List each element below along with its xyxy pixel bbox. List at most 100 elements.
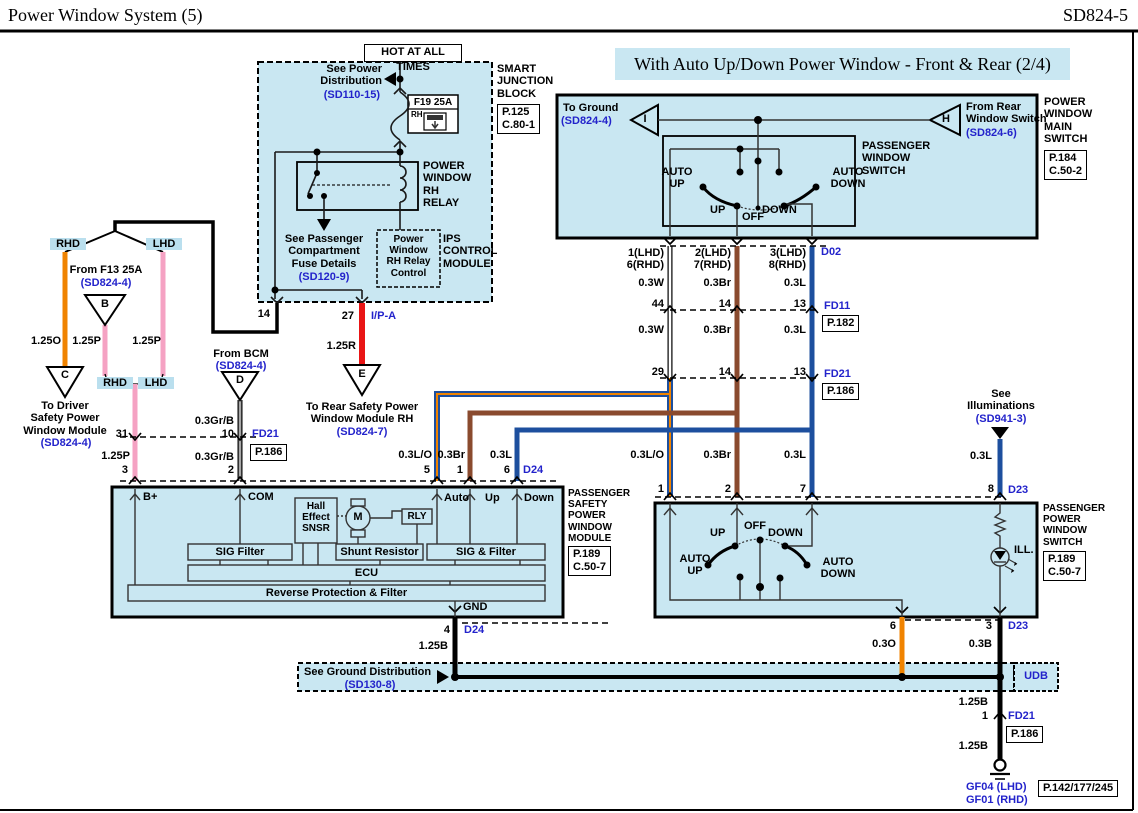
main-switch-name: POWER WINDOW MAIN SWITCH [1044,96,1093,145]
pin-31: 31 [115,428,128,440]
pin-3: 3 [121,464,128,476]
wire-03l-mod-label: 0.3L [489,449,512,461]
module-name: PASSENGER SAFETY POWER WINDOW MODULE [568,488,631,544]
to-driver-label: To Driver Safety Power Window Module [23,400,107,437]
lhd-tag-2: LHD [138,377,174,390]
gnd-fd21-label: FD21 [1008,710,1035,722]
down-label: DOWN [762,204,797,216]
see-illuminations-ref: (SD941-3) [975,413,1027,425]
wire-03br-a-label: 0.3Br [703,277,731,289]
pin-29: 29 [651,366,664,378]
pin-4: 4 [443,624,450,636]
p186-box: P.186 [822,383,860,401]
see-fuse-details: See Passenger Compartment Fuse Details [284,233,364,270]
triangle-c-letter: C [61,369,69,381]
to-ground-label: To Ground [563,102,619,114]
see-illuminations-label: See Illuminations [967,388,1035,413]
power-window-main-switch-box [555,93,1039,240]
triangle-h-letter: H [942,113,950,125]
relay-control-label: Power Window RH Relay Control [386,234,431,279]
fd11-label: FD11 [824,300,851,312]
psw-auto-up-label: AUTO UP [679,553,711,578]
wire-125p-c-label: 1.25P [101,450,130,462]
pin-10: 10 [221,428,234,440]
ill-label: ILL. [1014,544,1034,556]
wire-03w-a-label: 0.3W [638,277,664,289]
see-power-distribution: See Power Distribution [320,63,382,88]
from-f13-ref: (SD824-4) [80,277,132,289]
pin-1lhd-6rhd: 1(LHD) 6(RHD) [626,247,664,272]
wire-125p-a-label: 1.25P [72,335,101,347]
wire-03grb-a-label: 0.3Gr/B [194,415,234,427]
pin-44: 44 [651,298,664,310]
see-fuse-ref: (SD120-9) [298,271,350,283]
pin-2: 2 [227,464,234,476]
ipa-connector: I/P-A [371,310,397,322]
psw-down-label: DOWN [768,527,803,539]
see-power-ref: (SD110-15) [323,89,380,101]
from-bcm-ref: (SD824-4) [215,360,267,372]
psw-wire-03br-label: 0.3Br [703,449,731,461]
psw-up-label: UP [710,527,726,539]
rhd-tag-2: RHD [97,377,133,390]
down-pin-label: Down [524,492,554,504]
wire-125b-2-label: 1.25B [958,740,988,752]
diagram-subtitle: With Auto Up/Down Power Window - Front &… [615,48,1070,80]
wire-03o-label: 0.3O [872,638,896,650]
pin-6-mod: 6 [503,464,510,476]
psw-pin-6: 6 [889,620,896,632]
see-ground-distribution: See Ground Distribution [304,666,432,678]
pin-14-fd11: 14 [718,298,731,310]
illumination-arrow [991,427,1009,439]
psw-pin-1: 1 [657,483,664,495]
triangle-b-letter: B [101,298,109,310]
ground-symbol [990,758,1010,780]
module-ref: P.189 C.50-7 [568,546,612,577]
wire-03br-mod-label: 0.3Br [437,449,465,461]
main-switch-ref: P.184 C.50-2 [1044,150,1088,181]
fd21-left-label: FD21 [252,428,279,440]
d23-bottom-label: D23 [1008,620,1029,632]
wire-03b-label: 0.3B [968,638,992,650]
triangle-e-letter: E [358,368,366,380]
d23-label: D23 [1008,484,1029,496]
auto-up-label: AUTO UP [661,166,693,191]
pin-2lhd-7rhd: 2(LHD) 7(RHD) [693,247,731,272]
pin-1-mod: 1 [456,464,463,476]
com-label: COM [248,491,274,503]
psw-name: PASSENGER POWER WINDOW SWITCH [1043,503,1106,548]
wire-125b-mod-label: 1.25B [418,640,448,652]
pin-13-fd11: 13 [793,298,806,310]
pin-14: 14 [257,308,270,320]
sig-and-filter-label: SIG & Filter [456,546,516,558]
bplus-label: B+ [143,491,158,503]
fd21-label: FD21 [824,368,851,380]
fuse-label: F19 25A [413,97,453,108]
pin-27: 27 [341,310,354,322]
to-rear-label: To Rear Safety Power Window Module RH [305,401,419,426]
p186-left-box: P.186 [250,444,288,462]
relay-name: POWER WINDOW RH RELAY [423,160,472,209]
hall-sensor-label: Hall Effect SNSR [302,501,330,535]
psw-ref: P.189 C.50-7 [1043,551,1087,582]
gf04-label: GF04 (LHD) [966,781,1027,793]
hot-at-all-times-label: HOT AT ALL TIMES [364,44,462,73]
wire-125o-label: 1.25O [31,335,61,347]
gnd-label: GND [463,601,488,613]
sjb-name: SMART JUNCTION BLOCK [497,63,554,100]
psw-auto-down-label: AUTO DOWN [820,556,856,581]
reverse-protection-label: Reverse Protection & Filter [265,587,408,599]
fuse-sub-label: RH [411,110,423,119]
to-rear-ref: (SD824-7) [336,426,388,438]
triangle-d-letter: D [236,374,244,386]
wire-125r-label: 1.25R [326,340,356,352]
to-ground-ref: (SD824-4) [561,115,612,127]
psw-wire-03l-label: 0.3L [783,449,806,461]
motor-label: M [353,511,363,523]
sig-filter-label: SIG Filter [215,546,265,558]
wire-03br-b-label: 0.3Br [703,324,731,336]
d24-bottom-label: D24 [464,624,485,636]
wiring-diagram-page: Power Window System (5) SD824-5 With Aut… [0,0,1138,813]
d24-label: D24 [523,464,544,476]
see-ground-ref: (SD130-8) [344,679,396,691]
